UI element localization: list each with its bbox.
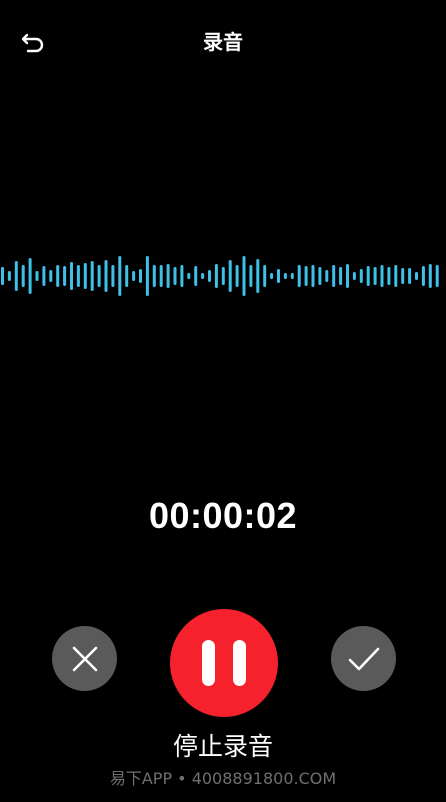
waveform-bar [387, 267, 391, 285]
waveform-bar [366, 266, 370, 286]
waveform-bar [242, 256, 246, 296]
waveform-bar [421, 266, 425, 286]
waveform-bar [408, 268, 412, 284]
pause-bar-right [233, 640, 246, 686]
waveform-bar [145, 256, 149, 296]
waveform-bar [270, 273, 274, 279]
waveform-bar [256, 259, 260, 293]
waveform-bar [125, 265, 129, 287]
waveform-bar [132, 271, 136, 281]
waveform-bar [304, 266, 308, 286]
waveform-bar [221, 267, 225, 285]
pause-icon [202, 640, 246, 686]
waveform-bar [228, 260, 232, 292]
waveform-bar [83, 263, 87, 289]
waveform-bar [35, 271, 39, 281]
waveform-bar [297, 265, 301, 287]
waveform-bar [346, 264, 349, 288]
waveform-bar [173, 267, 177, 285]
waveform-bar [332, 265, 336, 287]
waveform-bar [90, 261, 94, 291]
waveform-bar [435, 265, 439, 287]
waveform-bar [28, 258, 32, 294]
pause-button[interactable] [170, 609, 278, 717]
waveform-bar [277, 269, 280, 283]
waveform-bar [111, 265, 115, 287]
waveform-bar [428, 264, 432, 288]
stop-recording-label: 停止录音 [172, 732, 273, 761]
page-title: 录音 [203, 30, 243, 54]
audio-waveform [1, 256, 439, 296]
waveform-bar [373, 267, 377, 285]
top-bar: 录音 [0, 0, 446, 84]
waveform-bar [311, 265, 315, 287]
waveform-bar [283, 273, 287, 279]
waveform-bar [21, 265, 25, 287]
waveform-bar [290, 273, 294, 279]
waveform-bar [380, 265, 384, 287]
pause-bar-left [202, 640, 215, 686]
waveform-bar [118, 256, 122, 296]
waveform-bar [194, 266, 198, 286]
waveform-bar [159, 265, 163, 287]
waveform-bar [208, 270, 211, 282]
waveform-bar [70, 262, 73, 290]
waveform-bar [56, 265, 60, 287]
waveform-bar [249, 265, 253, 287]
check-icon [348, 647, 379, 670]
watermark-text: 易下APP • 4008891800.COM [109, 769, 337, 788]
waveform-bar [49, 270, 53, 282]
waveform-bar [180, 265, 184, 287]
waveform-bar [352, 272, 356, 280]
waveform-bar [7, 271, 11, 281]
waveform-bar [201, 273, 205, 279]
waveform-bar [76, 265, 80, 287]
waveform-bar [187, 273, 191, 279]
waveform-bar [318, 267, 322, 285]
waveform-bar [152, 265, 156, 287]
waveform-bar [339, 267, 343, 285]
waveform-bar [42, 266, 46, 286]
waveform-bar [104, 260, 108, 292]
waveform-bar [359, 269, 363, 283]
recording-timer: 00:00:02 [148, 495, 298, 536]
close-icon [72, 646, 97, 671]
waveform-bar [97, 265, 101, 287]
waveform-bar [1, 267, 4, 285]
waveform-bar [63, 266, 67, 286]
waveform-bar [325, 270, 329, 282]
waveform-bar [394, 265, 398, 287]
cancel-button[interactable] [52, 626, 117, 691]
waveform-bar [139, 269, 142, 283]
waveform-bar [214, 264, 218, 288]
waveform-bar [166, 264, 170, 288]
waveform-bar [263, 265, 267, 287]
confirm-button[interactable] [331, 626, 396, 691]
waveform-bar [14, 261, 18, 291]
waveform-bar [401, 268, 405, 284]
waveform-bar [235, 265, 239, 287]
waveform-bar [415, 272, 418, 280]
